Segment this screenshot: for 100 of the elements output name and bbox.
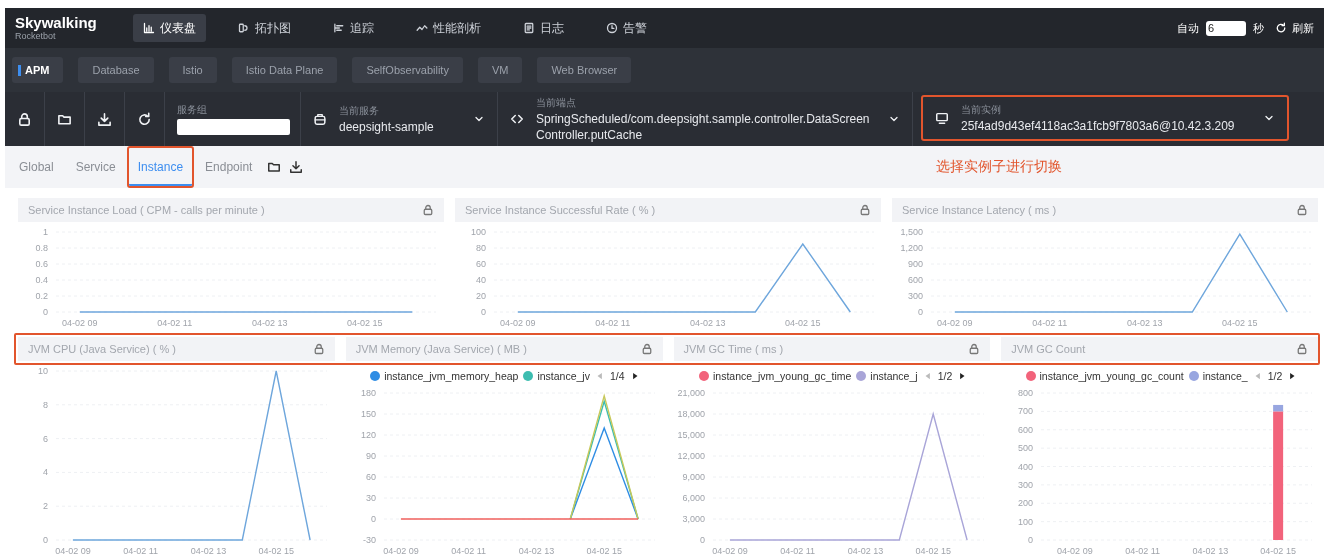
lock-icon[interactable]	[422, 204, 434, 216]
panel-title: JVM GC Count	[1011, 343, 1086, 355]
legend-label: instance_j	[870, 370, 918, 382]
panel-title: JVM GC Time ( ms )	[683, 343, 784, 355]
y-axis-label: 1	[43, 227, 48, 237]
x-axis-label: 04-02 09	[55, 546, 91, 556]
layer-tab[interactable]: Istio Data Plane	[231, 57, 338, 83]
y-axis-label: 6	[43, 433, 48, 444]
y-axis-label: 150	[361, 409, 377, 419]
refresh-button[interactable]: 刷新	[1271, 14, 1318, 42]
lock-icon[interactable]	[1296, 343, 1308, 355]
panel-title: JVM CPU (Java Service) ( % )	[28, 343, 176, 355]
x-axis-label: 04-02 15	[258, 546, 294, 556]
legend-label: instance_	[1202, 370, 1248, 382]
group-field[interactable]	[177, 119, 290, 135]
nav-item[interactable]: 仪表盘	[133, 14, 206, 42]
y-axis-label: 0.4	[35, 275, 48, 285]
nav-item[interactable]: 追踪	[323, 14, 384, 42]
panel-title: Service Instance Latency ( ms )	[902, 204, 1057, 216]
field-label: 服务组	[177, 103, 208, 117]
lock-icon[interactable]	[640, 343, 653, 355]
y-axis-label: 0	[918, 307, 924, 317]
y-axis-label: -30	[363, 535, 377, 545]
download-icon	[97, 111, 112, 127]
y-axis-label: 1,200	[900, 243, 924, 253]
layer-tab[interactable]: Web Browser	[537, 57, 632, 83]
x-axis-label: 04-02 13	[518, 546, 555, 556]
lock-icon[interactable]	[312, 343, 325, 355]
lock-icon[interactable]	[1296, 204, 1308, 216]
nav-item[interactable]: 拓扑图	[228, 14, 301, 42]
x-axis-label: 04-02 15	[1260, 546, 1296, 556]
y-axis-label: 15,000	[676, 430, 705, 440]
layer-tab[interactable]: VM	[477, 57, 523, 83]
layer-tab[interactable]: SelfObservability	[352, 57, 463, 83]
x-axis-label: 04-02 11	[1124, 546, 1160, 556]
code-icon	[510, 112, 524, 126]
app-subtitle: Rocketbot	[15, 31, 56, 41]
x-axis-label: 04-02 13	[689, 318, 726, 328]
y-axis-label: 100	[470, 227, 486, 237]
x-axis-label: 04-02 11	[1032, 318, 1068, 328]
y-axis-label: 700	[1017, 406, 1033, 417]
nav-item[interactable]: 性能剖析	[406, 14, 491, 42]
layer-tab[interactable]: Istio	[168, 57, 217, 83]
lock-icon[interactable]	[859, 204, 871, 216]
x-axis-label: 04-02 15	[914, 546, 951, 556]
nav-item[interactable]: 日志	[513, 14, 574, 42]
panel-title: Service Instance Load ( CPM - calls per minute )	[28, 204, 265, 216]
y-axis-label: 800	[1017, 388, 1033, 398]
page-indicator: 1/2	[937, 370, 953, 382]
monitor-icon	[935, 111, 949, 125]
lock-icon[interactable]	[968, 343, 981, 355]
interval-field[interactable]: 6	[1206, 20, 1246, 36]
y-axis-label: 0	[371, 514, 377, 524]
legend-label: instance_jvm_young_gc_time	[713, 370, 852, 382]
x-axis-label: 04-02 11	[157, 318, 193, 328]
lock-icon	[17, 111, 32, 127]
briefcase-icon	[313, 112, 327, 126]
x-axis-label: 04-02 09	[937, 318, 973, 328]
instance-dropdown[interactable]: 当前实例 25f4ad9d43ef4118ac3a1fcb9f7803a6@10.42.3.209	[921, 95, 1289, 141]
y-axis-label: 600	[908, 275, 924, 285]
download-icon	[289, 160, 304, 174]
layer-tab[interactable]: APM	[12, 57, 64, 83]
y-axis-label: 1,500	[900, 227, 924, 237]
x-axis-label: 04-02 13	[1127, 318, 1163, 328]
x-axis-label: 04-02 11	[123, 546, 159, 556]
nav-icon	[143, 22, 155, 34]
y-axis-label: 300	[908, 291, 924, 301]
x-axis-label: 04-02 15	[347, 318, 383, 328]
y-axis-label: 80	[475, 243, 486, 253]
folder-icon	[267, 160, 282, 174]
y-axis-label: 120	[361, 430, 377, 440]
y-axis-label: 0	[699, 535, 705, 545]
y-axis-label: 60	[366, 472, 377, 482]
nav-icon	[333, 22, 345, 34]
y-axis-label: 0	[1027, 535, 1033, 545]
nav-item[interactable]: 告警	[596, 14, 657, 42]
layer-tab[interactable]: Database	[78, 57, 154, 83]
legend-label: instance_jv	[537, 370, 590, 382]
x-axis-label: 04-02 13	[252, 318, 288, 328]
y-axis-label: 40	[475, 275, 486, 285]
x-axis-label: 04-02 13	[190, 546, 227, 556]
y-axis-label: 0.6	[35, 259, 48, 269]
y-axis-label: 8	[43, 399, 48, 410]
page-indicator: 1/2	[1267, 370, 1283, 382]
nav-icon	[523, 22, 535, 34]
x-axis-label: 04-02 09	[62, 318, 98, 328]
y-axis-label: 6,000	[681, 493, 705, 503]
refresh-icon	[1275, 22, 1287, 34]
nav-icon	[416, 22, 428, 34]
legend-label: instance_jvm_memory_heap	[384, 370, 519, 382]
y-axis-label: 10	[38, 366, 48, 376]
x-axis-label: 04-02 09	[499, 318, 536, 328]
y-axis-label: 180	[361, 388, 377, 398]
y-axis-label: 21,000	[676, 388, 705, 398]
x-axis-label: 04-02 09	[383, 546, 419, 556]
x-axis-label: 04-02 15	[1222, 318, 1258, 328]
y-axis-label: 100	[1017, 516, 1033, 527]
x-axis-label: 04-02 09	[711, 546, 748, 556]
x-axis-label: 04-02 13	[1192, 546, 1228, 556]
panel-title: Service Instance Successful Rate ( % )	[465, 204, 656, 216]
